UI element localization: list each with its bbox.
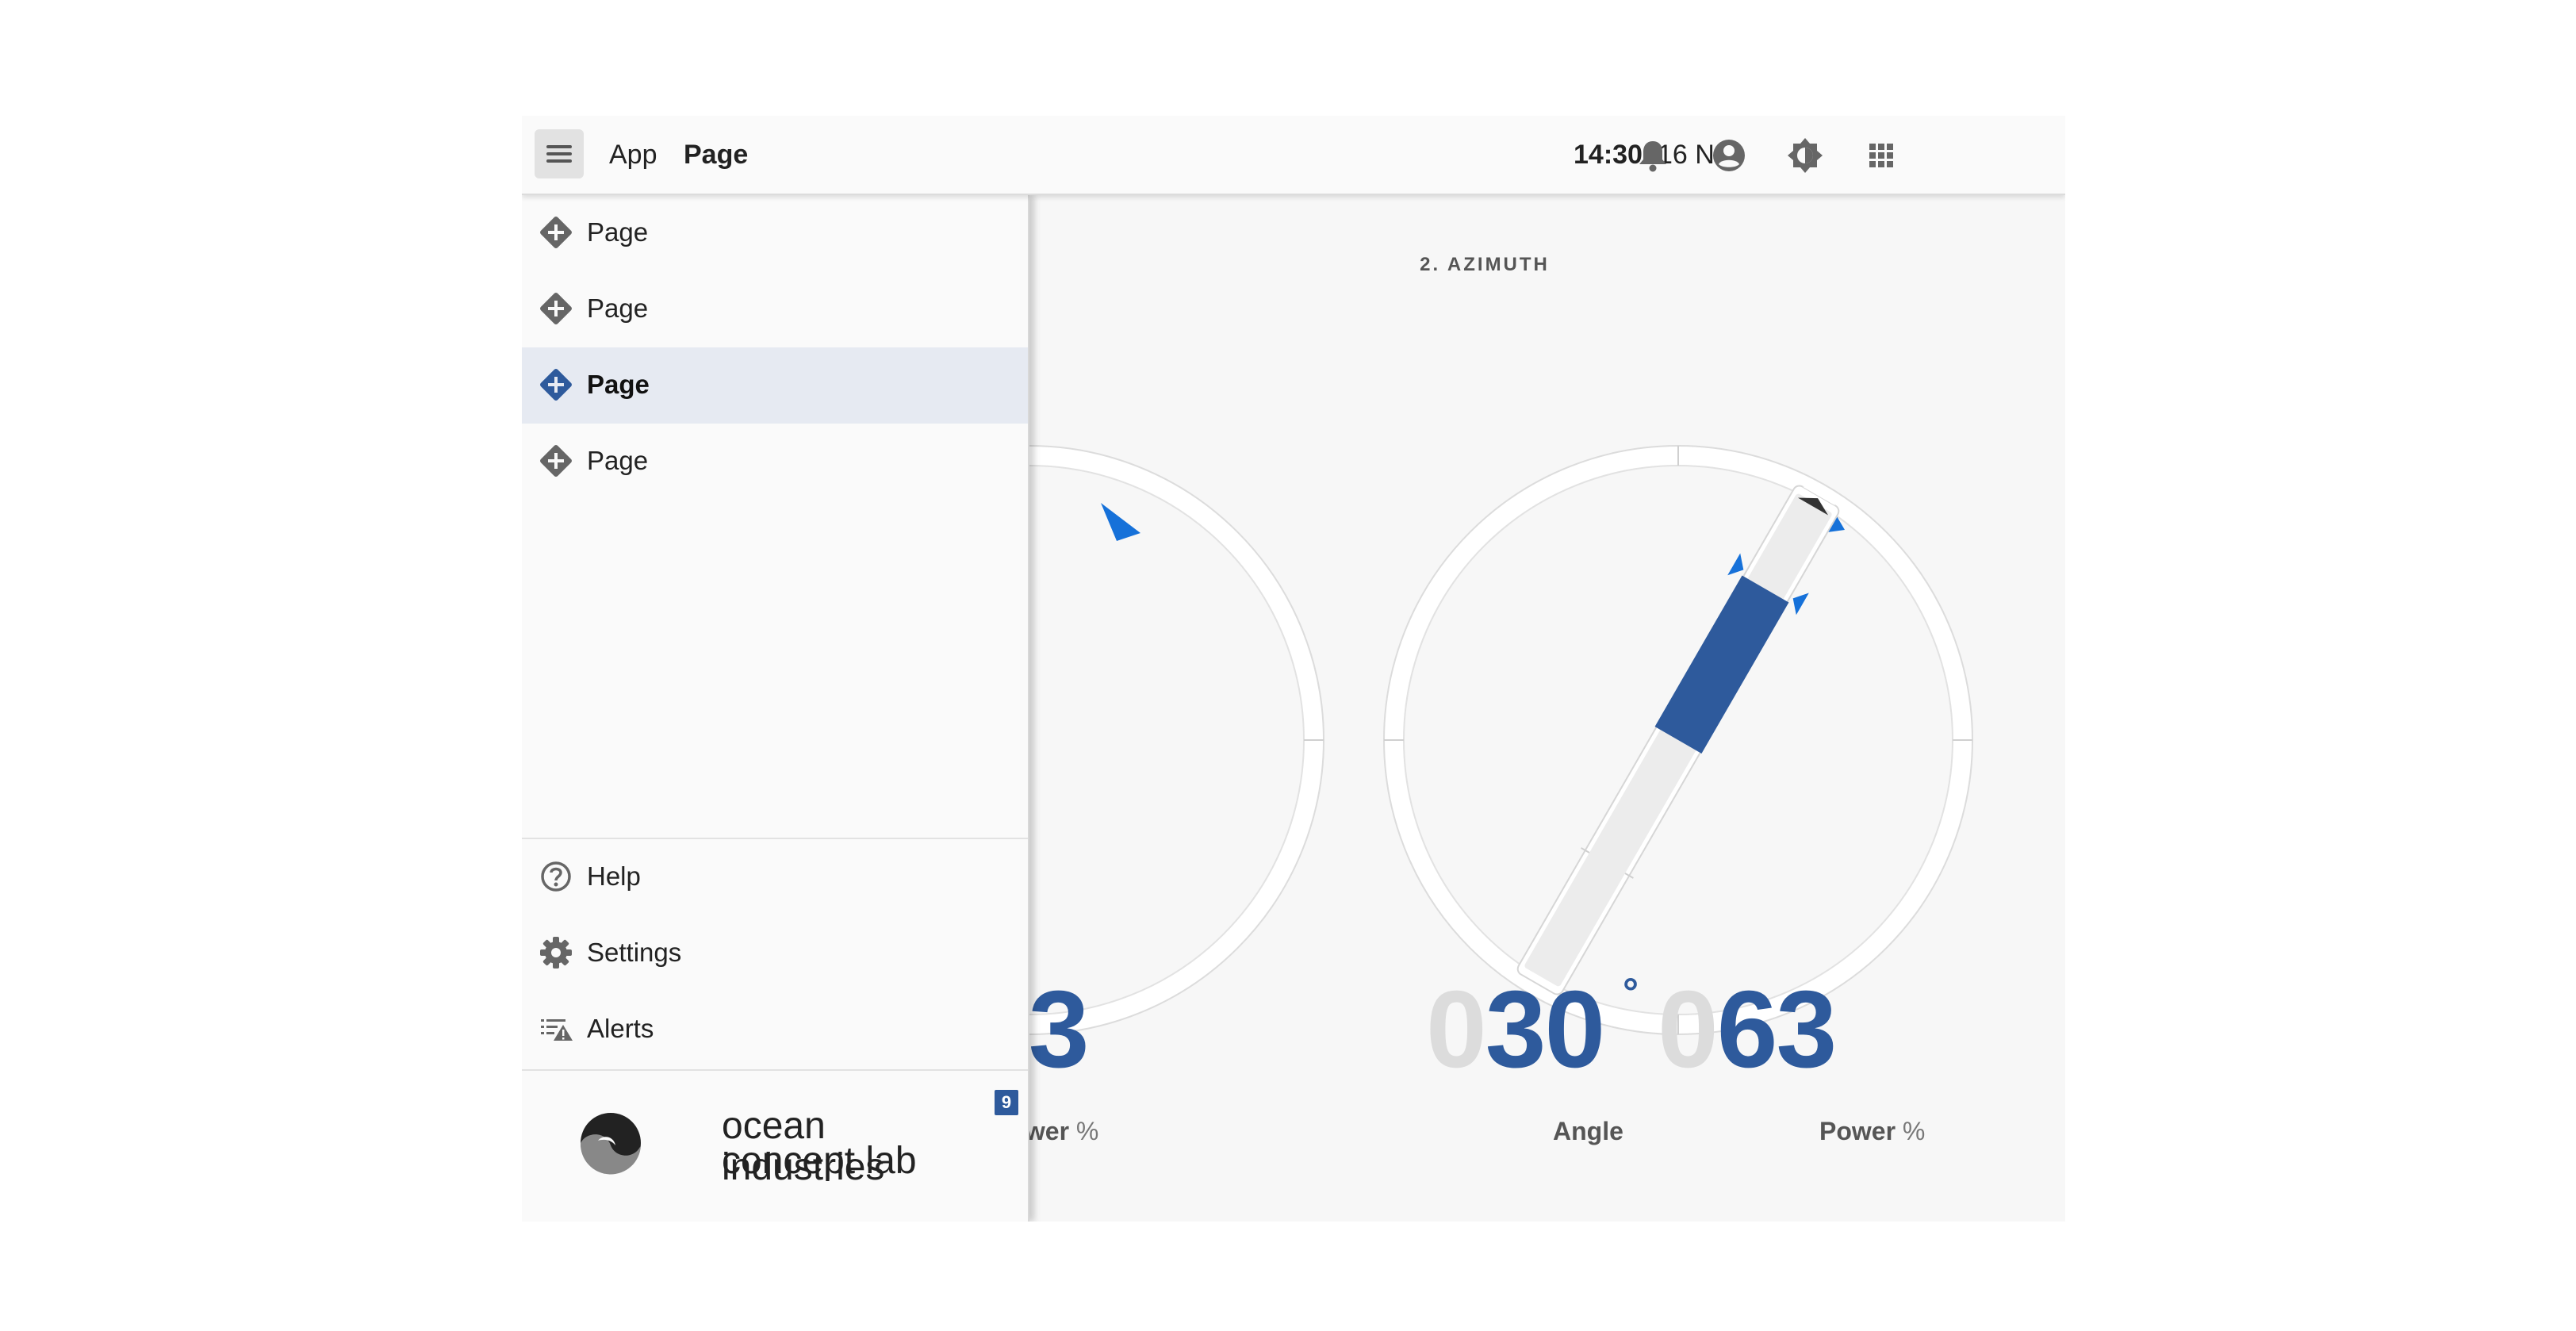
alerts-label: Alerts [587,1014,654,1043]
app-frame: App Page 14:30 16 Nov 2. AZIMUTH Power %… [522,116,2065,1222]
power-unit: % [1902,1117,1926,1145]
nav-item-page-4[interactable]: Page [522,424,1028,500]
gear-icon [540,937,572,969]
angle-digits: 30 [1485,969,1605,1091]
navigation-diamond-icon [540,293,572,324]
brightness-button[interactable] [1784,135,1826,176]
power-label: Power % [1819,1117,1925,1146]
nav-item-label: Page [587,293,649,323]
menu-button[interactable] [535,129,584,178]
section-title: 2. AZIMUTH [1420,254,1550,275]
power-digits: 63 [1716,969,1837,1091]
page-title: Page [684,140,749,170]
power-leading-zero: 0 [1658,969,1719,1091]
top-bar: App Page 14:30 16 Nov [522,116,2065,195]
account-button[interactable] [1708,135,1750,176]
help-label: Help [587,861,641,891]
angle-value: 030 [1426,974,1605,1085]
menu-icon [546,145,572,148]
navigation-diamond-icon [540,369,572,401]
left-power-unit: % [1075,1117,1099,1145]
apps-grid-icon [1869,144,1893,167]
navigation-diamond-icon [540,217,572,248]
nav-item-label: Page [587,217,649,247]
bell-icon [1639,141,1666,172]
apps-grid-button[interactable] [1861,135,1902,176]
nav-item-label: Page [587,446,649,475]
menu-icon-bar [546,152,572,155]
power-label-text: Power [1819,1117,1896,1145]
nav-item-page-3-active[interactable]: Page [522,347,1028,424]
version-badge: 9 [995,1090,1018,1115]
account-icon [1713,140,1745,171]
alerts-item[interactable]: Alerts [522,992,1028,1068]
logo-line-2: concept lab [722,1140,917,1182]
navigation-drawer: Page Page Page Page Help Settings Alerts [522,195,1029,1222]
menu-icon-bar [546,159,572,163]
alerts-list-icon [541,1019,573,1041]
settings-item[interactable]: Settings [522,915,1028,992]
power-value: 063 [1658,974,1837,1085]
angle-leading-zero: 0 [1426,969,1487,1091]
wave-logo-icon [580,1113,641,1175]
bell-button[interactable] [1632,135,1673,176]
angle-label: Angle [1553,1117,1623,1145]
company-logo: ocean industries concept lab [579,1106,991,1203]
nav-item-page-1[interactable]: Page [522,195,1028,271]
navigation-diamond-icon [540,445,572,477]
angle-degree-symbol: ° [1623,970,1639,1015]
settings-label: Settings [587,938,682,967]
brightness-icon [1788,138,1823,173]
drawer-divider [522,1069,1028,1071]
right-azimuth-dial [1383,445,1973,1035]
nav-item-page-2[interactable]: Page [522,271,1028,347]
help-item[interactable]: Help [522,839,1028,915]
nav-item-label: Page [587,370,650,399]
app-name[interactable]: App [609,139,657,171]
help-circle-icon [541,861,571,892]
